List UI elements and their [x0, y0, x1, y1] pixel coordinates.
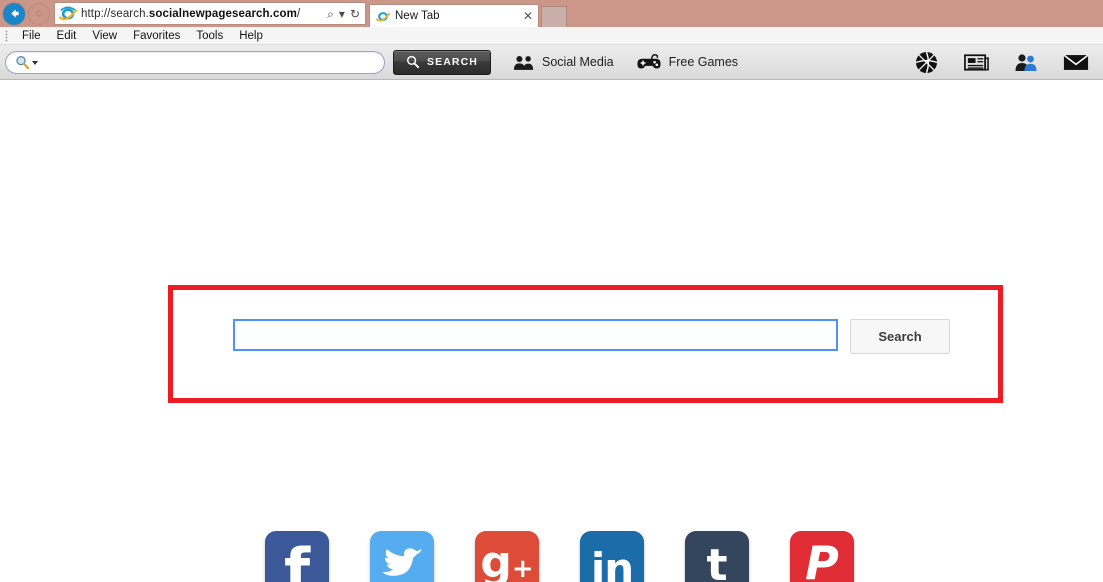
google-plus-glyph: g+	[480, 537, 534, 582]
magnifier-icon[interactable]: ⌕	[327, 8, 334, 20]
menu-item-help[interactable]: Help	[231, 30, 271, 42]
chevron-down-icon[interactable]: ▾	[339, 8, 345, 20]
refresh-icon[interactable]: ↻	[350, 8, 360, 20]
twitter-bird-glyph	[382, 548, 424, 576]
new-tab-button[interactable]	[541, 6, 567, 27]
browser-titlebar: http://search.socialnewpagesearch.com/ ⌕…	[0, 0, 1103, 27]
linkedin-icon[interactable]: in	[580, 531, 644, 582]
extension-toolbar: SEARCH Social Media Free Games	[0, 45, 1103, 80]
menu-item-view[interactable]: View	[84, 30, 125, 42]
basketball-icon[interactable]	[913, 50, 939, 74]
facebook-glyph: f	[283, 536, 311, 582]
menu-grip-handle[interactable]	[5, 30, 8, 42]
back-arrow-icon[interactable]	[3, 2, 25, 25]
toolbar-link-label: Social Media	[542, 55, 614, 69]
toolbar-search-input[interactable]	[5, 50, 385, 74]
toolbar-link-social-media[interactable]: Social Media	[513, 54, 614, 71]
envelope-icon[interactable]	[1063, 50, 1089, 74]
browser-window: http://search.socialnewpagesearch.com/ ⌕…	[0, 0, 1103, 582]
pinterest-icon[interactable]: P	[790, 531, 854, 582]
toolbar-search-button[interactable]: SEARCH	[393, 49, 491, 75]
toolbar-search-button-label: SEARCH	[427, 56, 478, 68]
address-bar-tools: ⌕ ▾ ↻	[327, 8, 365, 20]
internet-explorer-icon	[59, 6, 77, 20]
twitter-icon[interactable]	[370, 531, 434, 582]
search-highlight-box: Search	[168, 285, 1003, 403]
navigation-buttons	[0, 2, 50, 25]
menu-item-favorites[interactable]: Favorites	[125, 30, 188, 42]
forward-arrow-icon[interactable]	[28, 2, 50, 25]
page-search-button[interactable]: Search	[850, 319, 950, 354]
toolbar-link-label: Free Games	[668, 55, 739, 69]
page-content: Search f g+ in t P	[0, 81, 1103, 582]
gamepad-icon	[636, 54, 661, 69]
internet-explorer-icon	[376, 11, 390, 21]
tumblr-icon[interactable]: t	[685, 531, 749, 582]
address-bar[interactable]: http://search.socialnewpagesearch.com/ ⌕…	[54, 2, 366, 25]
pinterest-glyph: P	[805, 536, 839, 582]
people-group-icon	[513, 55, 534, 70]
page-search-input[interactable]	[233, 319, 838, 351]
close-icon[interactable]: ✕	[507, 9, 533, 23]
menu-item-tools[interactable]: Tools	[188, 30, 231, 42]
tab-strip: New Tab ✕	[366, 0, 1103, 27]
toolbar-search-wrapper	[5, 50, 385, 74]
tab-new-tab[interactable]: New Tab ✕	[369, 4, 539, 27]
contacts-icon[interactable]	[1013, 50, 1039, 74]
tab-title: New Tab	[395, 10, 440, 22]
menu-item-edit[interactable]: Edit	[49, 30, 85, 42]
magnifier-icon	[407, 55, 420, 69]
tumblr-glyph: t	[706, 540, 728, 582]
menu-item-file[interactable]: File	[14, 30, 49, 42]
toolbar-right-icons	[913, 50, 1103, 74]
toolbar-link-free-games[interactable]: Free Games	[636, 53, 738, 71]
address-bar-url: http://search.socialnewpagesearch.com/	[81, 7, 301, 20]
social-links-row: f g+ in t P	[265, 531, 854, 582]
facebook-icon[interactable]: f	[265, 531, 329, 582]
newspaper-icon[interactable]	[963, 50, 989, 74]
linkedin-glyph: in	[590, 544, 634, 582]
google-plus-icon[interactable]: g+	[475, 531, 539, 582]
menu-bar: File Edit View Favorites Tools Help	[0, 27, 1103, 45]
page-search-row: Search	[233, 319, 950, 354]
